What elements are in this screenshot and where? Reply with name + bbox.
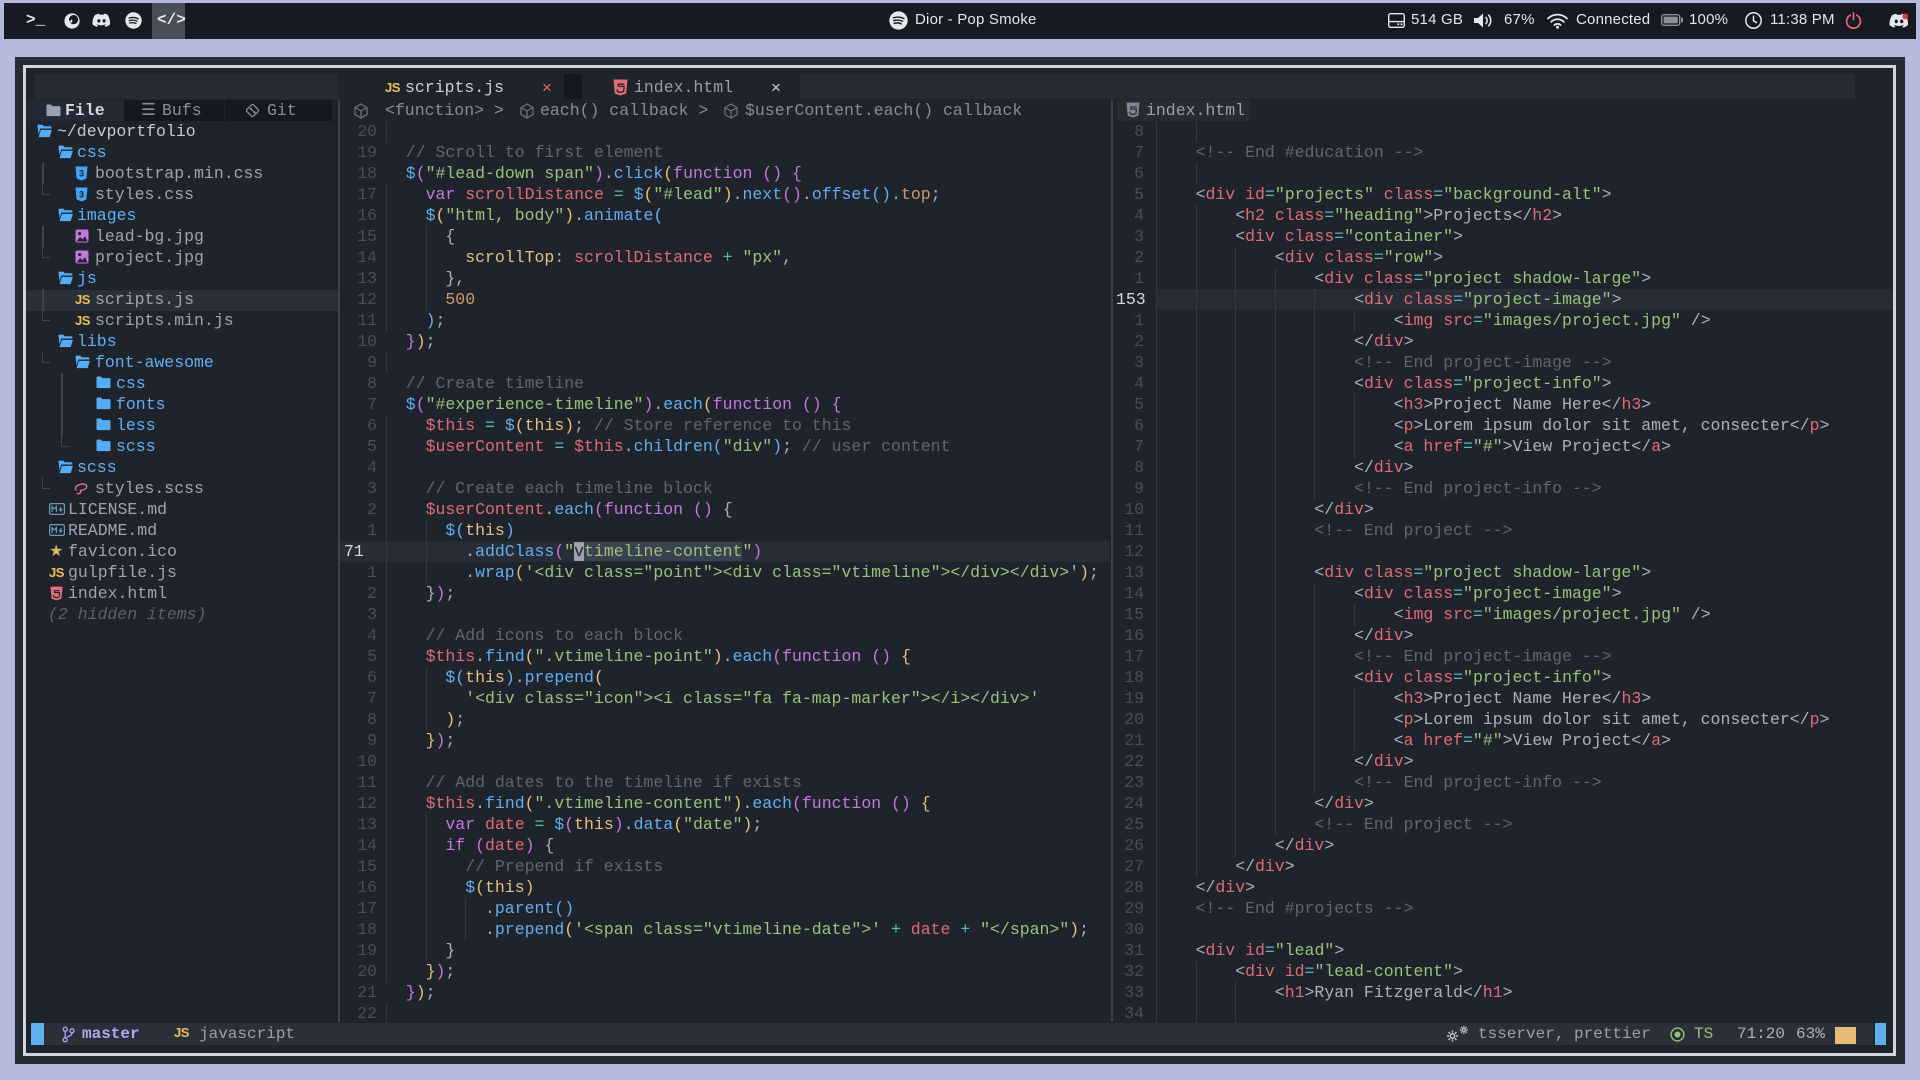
svg-text:3: 3 (79, 169, 84, 179)
svg-text:3: 3 (79, 190, 84, 200)
